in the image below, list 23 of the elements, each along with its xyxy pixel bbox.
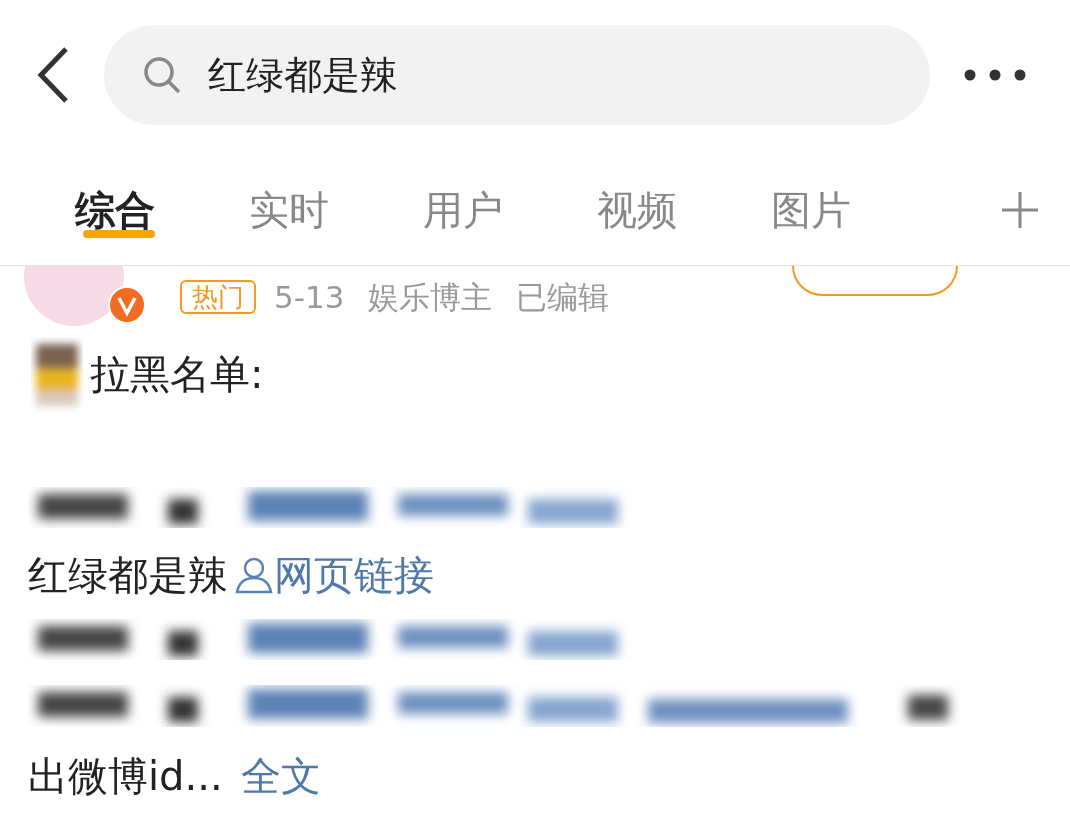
full-text-link[interactable]: 全文 bbox=[240, 746, 321, 806]
verified-icon bbox=[108, 286, 146, 324]
tab[interactable]: 实时 bbox=[249, 150, 423, 250]
web-link[interactable]: 网页链接 bbox=[274, 545, 434, 605]
post-text: 拉黑名单: bbox=[90, 350, 264, 399]
edited-label: 已编辑 bbox=[516, 277, 610, 317]
tab[interactable]: 图片 bbox=[771, 150, 945, 250]
person-icon bbox=[234, 556, 274, 594]
tab[interactable]: 综合 bbox=[75, 150, 249, 250]
tab-underline bbox=[83, 230, 155, 238]
post-text: 红绿都是辣 bbox=[28, 551, 228, 600]
search-text: 红绿都是辣 bbox=[208, 51, 398, 99]
post-text: 出微博id... bbox=[28, 752, 223, 801]
author-category: 娱乐博主 bbox=[368, 277, 493, 317]
back-icon[interactable] bbox=[36, 46, 70, 104]
tab[interactable]: 用户 bbox=[423, 150, 597, 250]
tab[interactable]: 视频 bbox=[597, 150, 771, 250]
post-date: 5-13 bbox=[274, 277, 345, 317]
search-field[interactable]: 红绿都是辣 bbox=[104, 25, 930, 125]
add-icon[interactable] bbox=[1000, 190, 1040, 230]
hot-badge: 热门 bbox=[180, 280, 256, 314]
search-icon bbox=[142, 55, 182, 95]
more-icon[interactable] bbox=[964, 69, 1026, 81]
